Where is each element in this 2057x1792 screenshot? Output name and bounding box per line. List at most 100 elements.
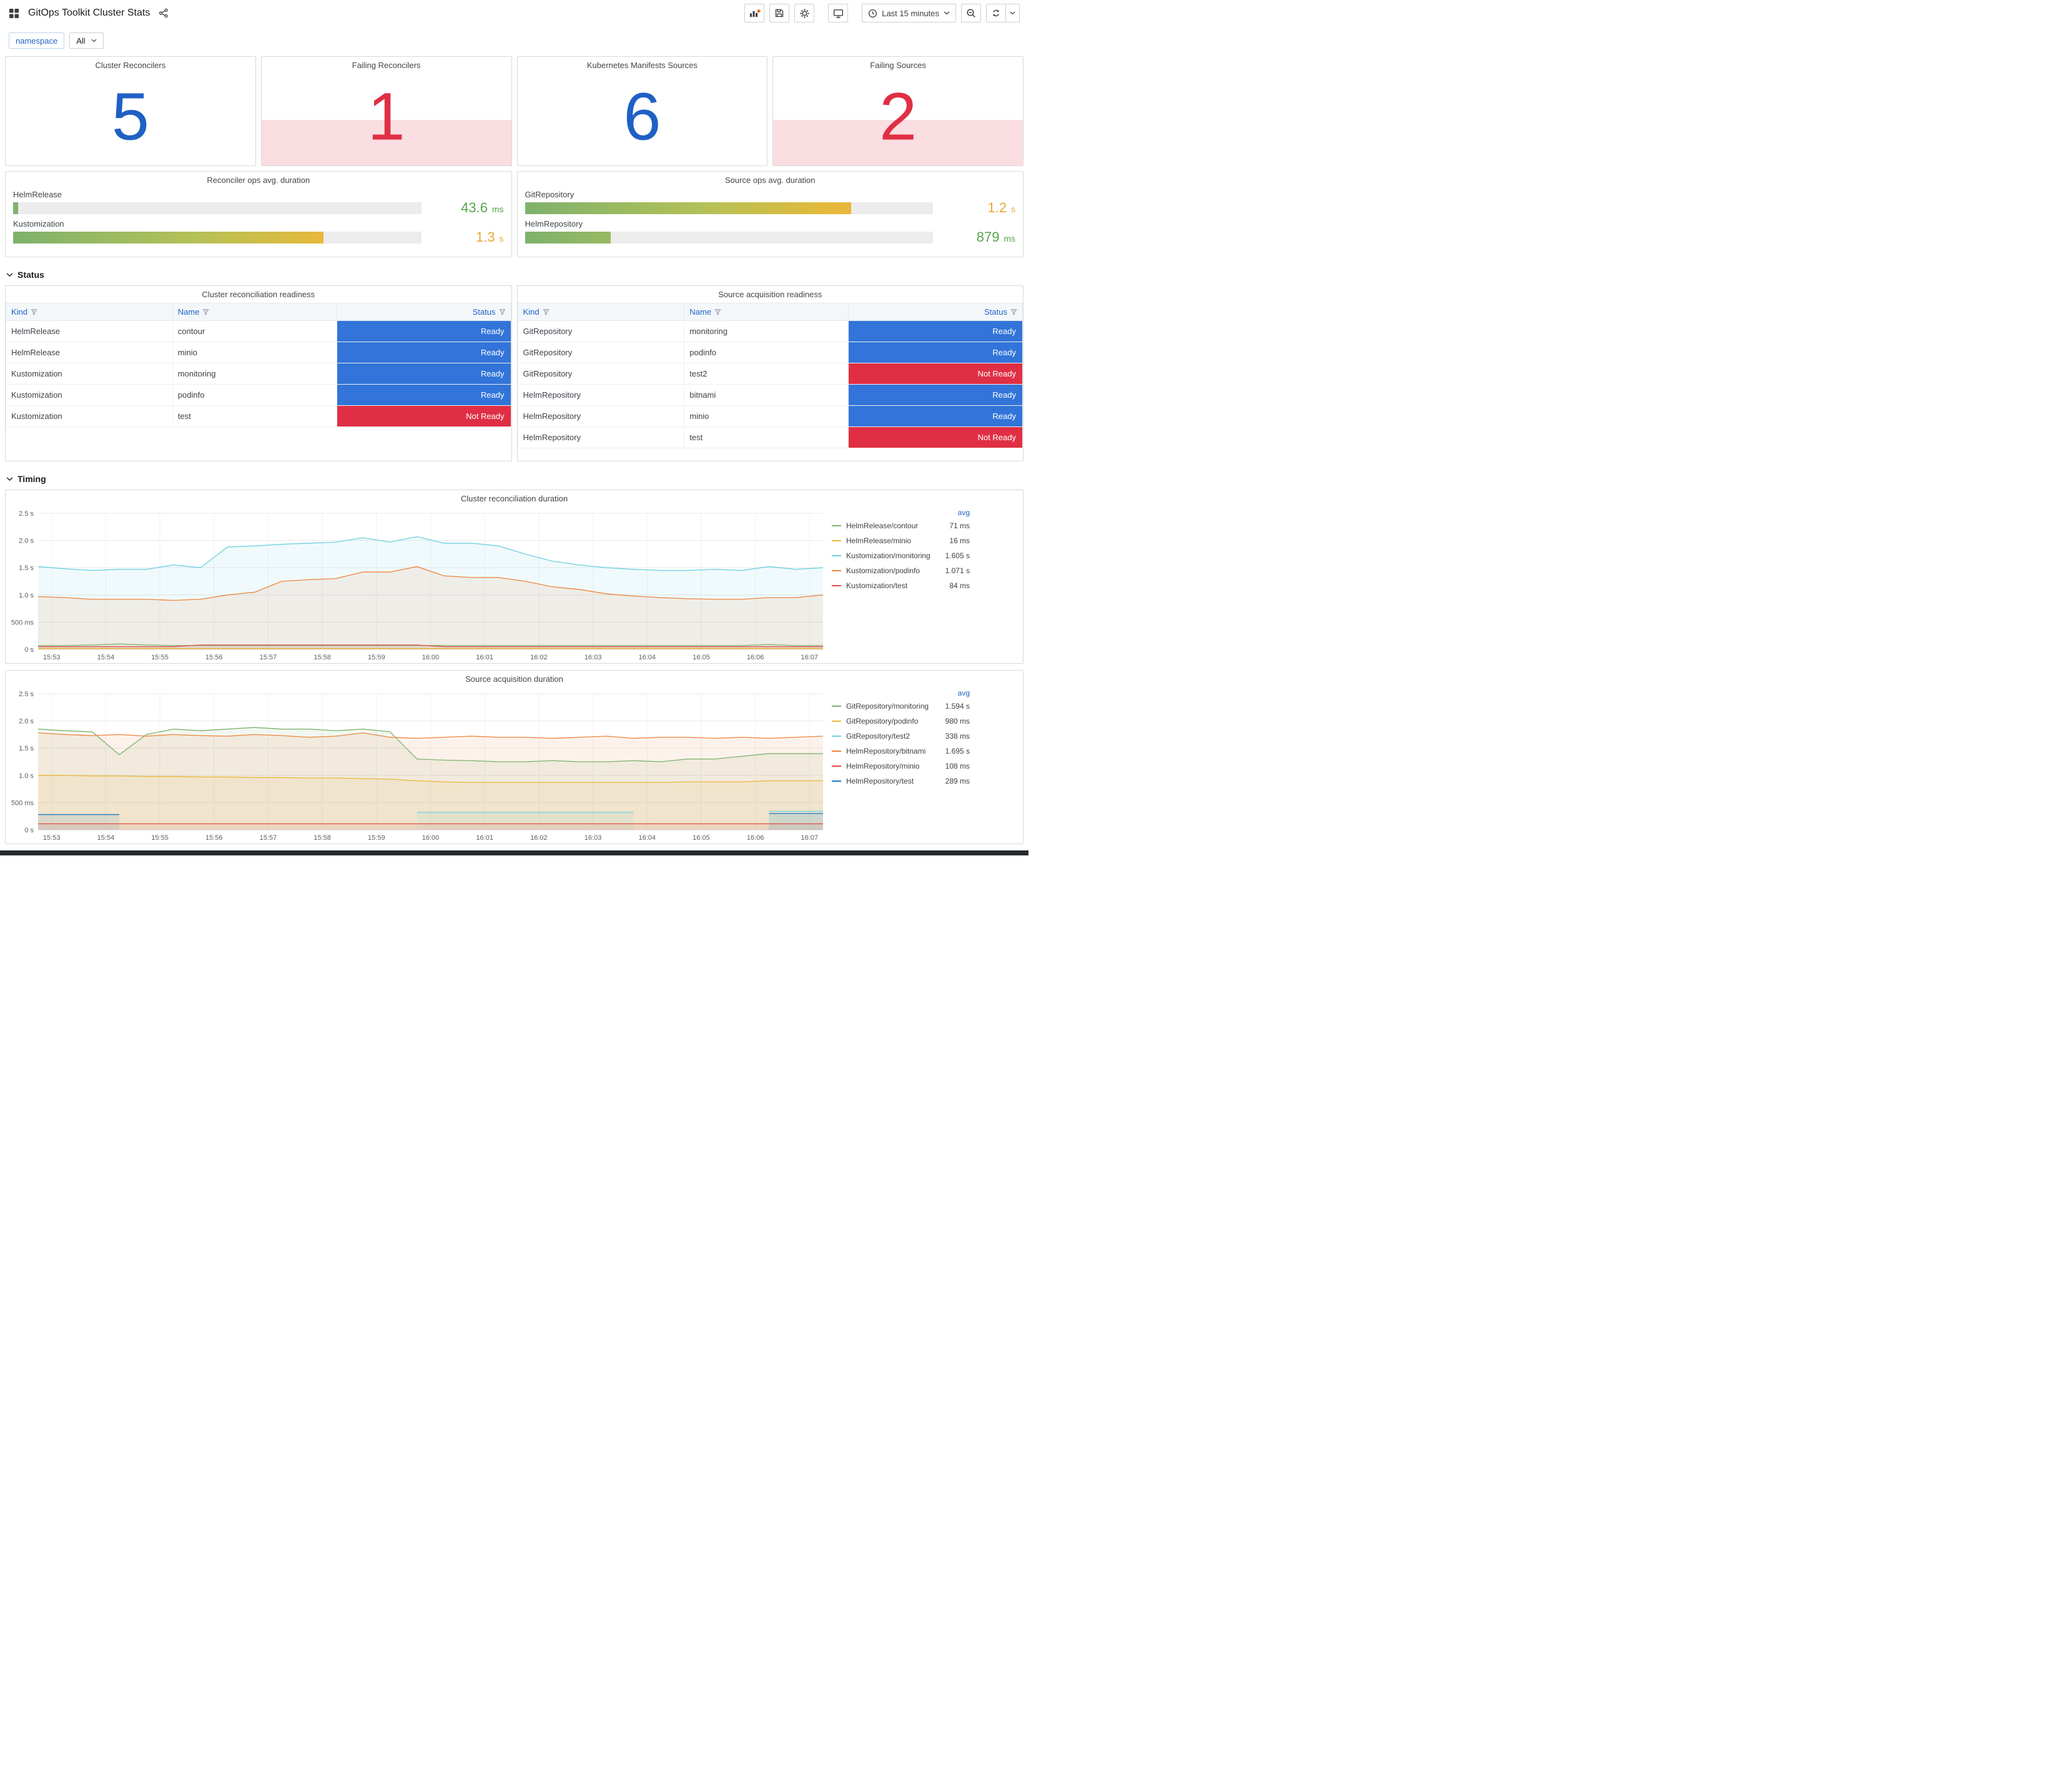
filter-icon[interactable] bbox=[31, 308, 37, 315]
legend-series-name[interactable]: GitRepository/monitoring bbox=[846, 702, 940, 711]
chart-canvas: 0 s 500 ms 1.0 s 1.5 s 2.0 s 2.5 s 15:53 15:54 1… bbox=[11, 510, 824, 661]
svg-text:16:02: 16:02 bbox=[530, 834, 548, 842]
legend-series-avg: 1.071 s bbox=[945, 566, 970, 575]
header-left: GitOps Toolkit Cluster Stats bbox=[9, 7, 169, 19]
panel-title: Source ops avg. duration bbox=[724, 175, 816, 185]
table-header-row: Kind Name Status bbox=[517, 303, 1023, 321]
column-header-status[interactable]: Status bbox=[848, 303, 1023, 321]
svg-text:15:56: 15:56 bbox=[205, 654, 223, 661]
legend-series-name[interactable]: GitRepository/test2 bbox=[846, 732, 940, 741]
column-header-name[interactable]: Name bbox=[172, 303, 337, 321]
dashboard-title: GitOps Toolkit Cluster Stats bbox=[28, 7, 150, 18]
table-row: Kustomization podinfo Ready bbox=[6, 384, 511, 406]
section-status[interactable]: Status bbox=[5, 262, 1024, 285]
legend-series-name[interactable]: HelmRelease/minio bbox=[846, 536, 944, 545]
legend-series-marker bbox=[832, 525, 841, 526]
gauge-value: 43.6 ms bbox=[461, 200, 504, 215]
gauge-label: Kustomization bbox=[13, 219, 64, 229]
dashboard-grid: Cluster Reconcilers 5 Failing Reconcilers 1… bbox=[0, 56, 1028, 844]
cell-name: bitnami bbox=[684, 384, 849, 406]
legend-item: GitRepository/monitoring 1.594 s bbox=[832, 699, 970, 714]
gauge-label: HelmRelease bbox=[13, 190, 62, 199]
gauge-fill bbox=[13, 231, 323, 244]
stats-row: Cluster Reconcilers 5 Failing Reconcilers 1… bbox=[5, 56, 1024, 166]
table-row: Kustomization test Not Ready bbox=[6, 405, 511, 427]
cell-status: Not Ready bbox=[848, 426, 1023, 448]
filter-icon[interactable] bbox=[499, 308, 506, 315]
gauge-fill bbox=[525, 202, 852, 214]
dashboard-grid-icon[interactable] bbox=[9, 8, 19, 19]
legend-series-name[interactable]: HelmRepository/minio bbox=[846, 762, 940, 770]
svg-text:15:57: 15:57 bbox=[260, 834, 277, 842]
cell-name: minio bbox=[172, 342, 337, 363]
tables-row: Cluster reconciliation readiness Kind Name… bbox=[5, 285, 1024, 461]
variable-namespace-select[interactable]: All bbox=[69, 32, 104, 49]
cell-status: Not Ready bbox=[848, 363, 1023, 385]
legend-series-name[interactable]: GitRepository/podinfo bbox=[846, 717, 940, 726]
gauge-value: 1.3 s bbox=[476, 229, 504, 245]
time-series-plot: 0 s 500 ms 1.0 s 1.5 s 2.0 s 2.5 s 15:53 15:54 1… bbox=[6, 687, 828, 844]
legend-series-name[interactable]: Kustomization/test bbox=[846, 581, 944, 590]
legend-item: HelmRepository/bitnami 1.695 s bbox=[832, 744, 970, 759]
legend-series-avg: 108 ms bbox=[945, 762, 970, 770]
legend-series-marker bbox=[832, 751, 841, 752]
cell-status: Ready bbox=[336, 384, 511, 406]
filter-icon[interactable] bbox=[202, 308, 209, 315]
svg-text:0 s: 0 s bbox=[24, 827, 34, 834]
legend-series-name[interactable]: Kustomization/podinfo bbox=[846, 566, 940, 575]
share-icon[interactable] bbox=[159, 8, 169, 18]
cell-status: Ready bbox=[848, 342, 1023, 363]
svg-text:16:01: 16:01 bbox=[476, 654, 493, 661]
cell-name: contour bbox=[172, 320, 337, 342]
legend-series-name[interactable]: HelmRepository/test bbox=[846, 777, 940, 785]
svg-text:16:04: 16:04 bbox=[638, 834, 656, 842]
gauge-panel-reconciler-ops-avg-duration: Reconciler ops avg. duration HelmRelease 4… bbox=[5, 171, 512, 257]
legend-series-avg: 1.594 s bbox=[945, 702, 970, 711]
panel-title: Reconciler ops avg. duration bbox=[207, 175, 310, 185]
svg-text:16:00: 16:00 bbox=[422, 834, 440, 842]
legend-series-avg: 980 ms bbox=[945, 717, 970, 726]
column-header-kind[interactable]: Kind bbox=[517, 303, 685, 321]
svg-text:15:59: 15:59 bbox=[368, 834, 385, 842]
cell-kind: Kustomization bbox=[6, 363, 173, 385]
filter-icon[interactable] bbox=[1010, 308, 1017, 315]
svg-text:16:05: 16:05 bbox=[693, 654, 710, 661]
time-series-plot: 0 s 500 ms 1.0 s 1.5 s 2.0 s 2.5 s 15:53 15:54 1… bbox=[6, 507, 828, 663]
column-header-name[interactable]: Name bbox=[684, 303, 849, 321]
refresh-button[interactable] bbox=[986, 4, 1006, 22]
legend-series-name[interactable]: HelmRelease/contour bbox=[846, 521, 944, 530]
filter-icon[interactable] bbox=[543, 308, 550, 315]
stat-panel-failing-reconcilers: Failing Reconcilers 1 bbox=[260, 56, 512, 166]
gauge-value: 879 ms bbox=[976, 229, 1015, 245]
legend-series-avg: 84 ms bbox=[949, 581, 970, 590]
header-right: Last 15 minutes bbox=[744, 4, 1020, 22]
legend-series-marker bbox=[832, 540, 841, 541]
refresh-interval-dropdown[interactable] bbox=[1006, 4, 1020, 22]
save-dashboard-button[interactable] bbox=[769, 4, 790, 22]
legend-series-marker bbox=[832, 721, 841, 722]
svg-text:16:01: 16:01 bbox=[476, 834, 493, 842]
cell-kind: Kustomization bbox=[6, 405, 173, 427]
svg-text:2.0 s: 2.0 s bbox=[19, 538, 34, 545]
time-range-picker[interactable]: Last 15 minutes bbox=[862, 4, 956, 22]
table-row: GitRepository podinfo Ready bbox=[517, 342, 1023, 363]
legend-series-name[interactable]: Kustomization/monitoring bbox=[846, 551, 940, 560]
section-timing[interactable]: Timing bbox=[5, 466, 1024, 490]
cell-name: monitoring bbox=[684, 320, 849, 342]
readiness-table: Kind Name Status HelmRelease contour Ready Hel… bbox=[6, 303, 511, 427]
zoom-out-button[interactable] bbox=[961, 4, 981, 22]
legend-series-marker bbox=[832, 780, 841, 782]
dashboard-settings-button[interactable] bbox=[794, 4, 815, 22]
add-panel-button[interactable] bbox=[744, 4, 765, 22]
gauge-value: 1.2 s bbox=[987, 200, 1015, 215]
column-header-status[interactable]: Status bbox=[336, 303, 511, 321]
tv-cycle-view-button[interactable] bbox=[828, 4, 849, 22]
status-badge: Ready bbox=[849, 385, 1022, 405]
svg-text:15:55: 15:55 bbox=[151, 654, 169, 661]
column-header-kind[interactable]: Kind bbox=[6, 303, 173, 321]
filter-icon[interactable] bbox=[714, 308, 721, 315]
plus-icon bbox=[756, 9, 761, 13]
stat-value: 1 bbox=[367, 78, 405, 154]
legend-series-name[interactable]: HelmRepository/bitnami bbox=[846, 747, 940, 756]
panel-title: Cluster Reconcilers bbox=[95, 61, 166, 70]
